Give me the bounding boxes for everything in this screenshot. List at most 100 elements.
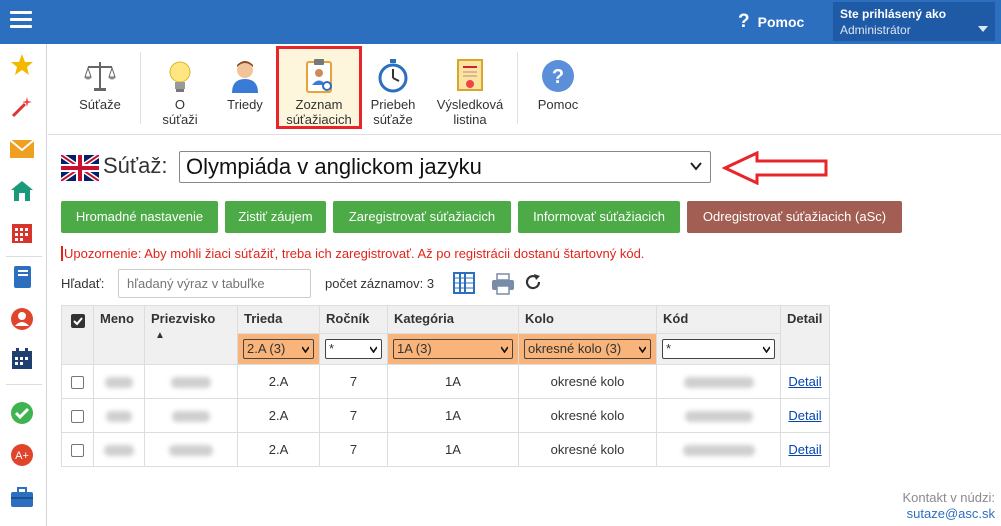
meno-cell (93, 432, 145, 467)
schedule-icon[interactable] (9, 346, 35, 372)
register-contestants-button[interactable]: Zaregistrovať súťažiacich (333, 201, 511, 233)
column-header-detail: Detail (780, 305, 830, 365)
envelope-icon[interactable] (9, 136, 35, 162)
column-header-kolo[interactable]: Kolo (518, 305, 657, 334)
nav-divider (6, 256, 42, 257)
toolbar-pomoc[interactable]: ? Pomoc (532, 58, 584, 112)
notebook-icon[interactable] (9, 264, 35, 290)
filter-value: * (666, 341, 672, 356)
toolbar-divider (517, 52, 518, 124)
detail-link[interactable]: Detail (788, 408, 821, 423)
magic-wand-icon[interactable] (9, 94, 35, 120)
toolbar: Súťaže Osúťaži Triedy Zoznam súťažiacich … (48, 44, 1001, 135)
filter-kolo-select[interactable]: okresné kolo (3) (524, 339, 651, 359)
toolbar-triedy[interactable]: Triedy (222, 58, 268, 112)
row-checkbox[interactable] (71, 410, 84, 424)
column-header-trieda[interactable]: Trieda (237, 305, 320, 334)
toolbar-priebeh-sutaze[interactable]: Priebeh súťaže (364, 58, 422, 127)
row-select-cell (61, 398, 94, 433)
svg-text:?: ? (552, 66, 564, 88)
home-icon[interactable] (9, 178, 35, 204)
competition-select[interactable]: Olympiáda v anglickom jazyku (179, 151, 711, 183)
table-row: 2.A 7 1A okresné kolo Detail (61, 364, 830, 399)
filter-cell-kolo: okresné kolo (3) (518, 333, 657, 365)
scales-icon (82, 58, 118, 94)
toolbar-zoznam-sutaziacich[interactable]: Zoznam súťažiacich (283, 58, 355, 127)
user-menu[interactable]: Ste prihlásený ako Administrátor (833, 2, 995, 41)
filter-value: okresné kolo (3) (528, 341, 622, 356)
rocnik-cell: 7 (319, 398, 388, 433)
contact-email[interactable]: sutaze@asc.sk (903, 506, 995, 522)
kategoria-cell: 1A (387, 364, 519, 399)
meno-cell (93, 364, 145, 399)
kolo-cell: okresné kolo (518, 432, 657, 467)
column-header-rocnik[interactable]: Ročník (319, 305, 388, 334)
toolbar-label: Osúťaži (162, 97, 198, 127)
column-header-meno[interactable]: Meno (93, 305, 145, 365)
meno-cell (93, 398, 145, 433)
help-circle-icon: ? (540, 58, 576, 94)
award-icon[interactable]: A+ (9, 442, 35, 468)
lightbulb-icon (162, 58, 198, 94)
arrow-left-icon (721, 150, 830, 188)
kod-cell (656, 364, 781, 399)
row-checkbox[interactable] (71, 444, 84, 458)
person-icon (227, 58, 263, 94)
bulk-settings-button[interactable]: Hromadné nastavenie (61, 201, 218, 233)
chevron-down-icon (501, 346, 508, 353)
row-checkbox[interactable] (71, 376, 84, 390)
person-circle-icon[interactable] (9, 306, 35, 332)
filter-kod-select[interactable]: * (662, 339, 775, 359)
trieda-cell: 2.A (237, 432, 320, 467)
clipboard-person-icon (301, 58, 337, 94)
check-interest-button[interactable]: Zistiť záujem (225, 201, 326, 233)
help-link[interactable]: ? Pomoc (738, 11, 804, 33)
filter-cell-trieda: 2.A (3) (237, 333, 320, 365)
contact-label: Kontakt v núdzi: (902, 490, 996, 505)
row-select-cell (61, 364, 94, 399)
redacted-surname (169, 445, 213, 457)
briefcase-icon[interactable] (9, 484, 35, 510)
unregister-contestants-button[interactable]: Odregistrovať súťažiacich (aSc) (687, 201, 902, 233)
select-all-checkbox[interactable] (70, 314, 85, 328)
top-bar: ? Pomoc Ste prihlásený ako Administrátor (0, 0, 1001, 44)
table-row: 2.A 7 1A okresné kolo Detail (61, 432, 830, 467)
toolbar-sutaze[interactable]: Súťaže (76, 58, 124, 112)
column-header-kategoria[interactable]: Kategória (387, 305, 519, 334)
toolbar-label: Výsledková listina (436, 97, 504, 127)
toolbar-label: Priebeh súťaže (370, 97, 416, 127)
toolbar-label: Súťaže (79, 97, 121, 112)
filter-trieda-select[interactable]: 2.A (3) (243, 339, 314, 359)
warning-message: Upozornenie: Aby mohli žiaci súťažiť, tr… (61, 246, 644, 261)
chevron-down-icon (370, 346, 377, 353)
toolbar-vysledkova-listina[interactable]: Výsledková listina (428, 58, 512, 127)
filter-cell-rocnik: * (319, 333, 388, 365)
print-icon[interactable] (491, 273, 515, 298)
priezvisko-cell (144, 432, 238, 467)
kod-cell (656, 432, 781, 467)
filter-rocnik-select[interactable]: * (325, 339, 382, 359)
refresh-icon[interactable] (524, 273, 542, 294)
certificate-icon (452, 58, 488, 94)
column-header-priezvisko[interactable]: Priezvisko ▲ (144, 305, 238, 365)
search-input[interactable] (118, 269, 311, 298)
detail-link[interactable]: Detail (788, 442, 821, 457)
filter-kategoria-select[interactable]: 1A (3) (393, 339, 513, 359)
star-icon[interactable] (9, 52, 35, 78)
toolbar-label: Pomoc (537, 97, 579, 112)
columns-icon[interactable] (453, 272, 475, 297)
uk-flag-icon (59, 152, 101, 184)
svg-text:A+: A+ (15, 450, 29, 462)
competition-label: Súťaž: (103, 153, 168, 178)
toolbar-o-sutazi[interactable]: Osúťaži (149, 58, 211, 127)
checkmark-circle-icon[interactable] (9, 400, 35, 426)
redacted-name (106, 411, 132, 423)
menu-icon[interactable] (10, 11, 32, 31)
rocnik-cell: 7 (319, 432, 388, 467)
notify-contestants-button[interactable]: Informovať súťažiacich (518, 201, 680, 233)
column-header-kod[interactable]: Kód (656, 305, 781, 334)
detail-link[interactable]: Detail (788, 374, 821, 389)
redacted-surname (171, 377, 211, 389)
detail-cell: Detail (780, 364, 830, 399)
calendar-grid-icon[interactable] (9, 220, 35, 246)
